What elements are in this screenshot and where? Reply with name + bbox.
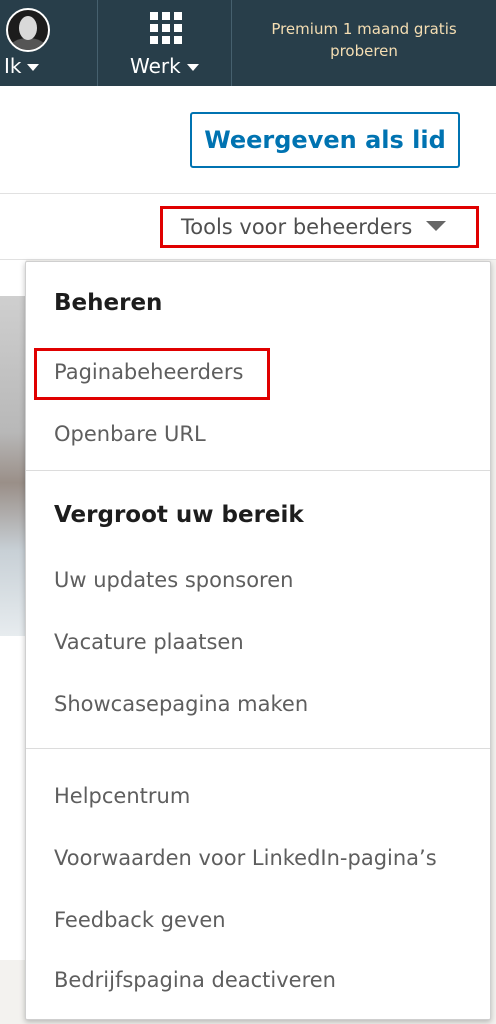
apps-grid-icon [150,12,182,44]
menu-item-page-terms[interactable]: Voorwaarden voor LinkedIn-pagina’s [54,846,437,870]
section-title-manage: Beheren [54,290,163,316]
menu-item-deactivate-page[interactable]: Bedrijfspagina deactiveren [54,968,336,992]
premium-line-1: Premium 1 maand gratis [271,20,457,38]
chevron-down-icon [27,64,40,71]
menu-item-give-feedback[interactable]: Feedback geven [54,908,226,932]
caret-down-icon [426,221,447,231]
menu-item-page-admins[interactable]: Paginabeheerders [54,360,243,384]
divider [26,470,490,471]
nav-me-label: Ik [4,54,22,78]
page-header: Weergeven als lid [0,86,496,194]
avatar-face [19,16,37,40]
nav-me-label-row[interactable]: Ik [4,54,40,78]
admin-tools-dropdown[interactable]: Tools voor beheerders [160,206,479,248]
nav-work-label: Werk [130,54,181,78]
avatar[interactable] [6,8,50,52]
menu-item-create-showcase[interactable]: Showcasepagina maken [54,692,308,716]
view-as-member-button[interactable]: Weergeven als lid [190,112,460,168]
nav-work-label-row[interactable]: Werk [130,54,199,78]
menu-item-help-center[interactable]: Helpcentrum [54,784,190,808]
admin-tools-label: Tools voor beheerders [181,215,413,239]
nav-me[interactable]: Ik [0,0,98,86]
menu-item-public-url[interactable]: Openbare URL [54,422,206,446]
chevron-down-icon [186,64,199,71]
nav-work[interactable]: Werk [98,0,232,86]
premium-line-2: proberen [330,42,398,60]
admin-toolbar: Tools voor beheerders [0,194,496,260]
top-nav: Ik Werk Premium 1 maand gratis proberen [0,0,496,86]
premium-link[interactable]: Premium 1 maand gratis proberen [232,18,496,62]
cover-image [0,296,26,636]
section-title-reach: Vergroot uw bereik [54,502,304,528]
menu-item-sponsor-updates[interactable]: Uw updates sponsoren [54,568,293,592]
menu-item-post-job[interactable]: Vacature plaatsen [54,630,244,654]
avatar-shoulders [10,38,46,50]
admin-tools-menu: Beheren Paginabeheerders Openbare URL Ve… [25,261,491,1020]
divider [26,748,490,749]
